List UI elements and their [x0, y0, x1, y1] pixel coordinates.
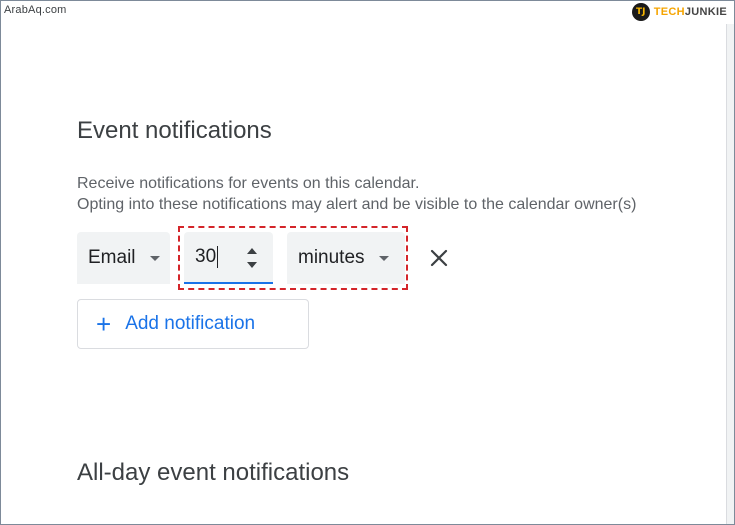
notification-unit-select[interactable]: minutes	[287, 232, 405, 284]
description-line-1: Receive notifications for events on this…	[77, 175, 420, 192]
text-cursor	[217, 246, 218, 268]
notification-amount-value: 30	[195, 246, 217, 267]
spin-up-icon[interactable]	[247, 248, 257, 254]
caret-down-icon	[378, 256, 389, 261]
close-icon	[430, 249, 448, 267]
caret-down-icon	[149, 256, 160, 261]
logo-badge: TJ	[631, 3, 650, 21]
logo-tech-text: TECH	[653, 6, 685, 18]
plus-icon: +	[96, 309, 112, 339]
notification-method-value: Email	[88, 247, 136, 268]
event-notifications-description: Receive notifications for events on this…	[77, 173, 636, 215]
notification-amount-input[interactable]: 30	[184, 232, 273, 284]
spin-down-icon[interactable]	[247, 262, 257, 268]
add-notification-label: Add notification	[125, 313, 256, 334]
screenshot-canvas: ArabAq.com TJ TECHJUNKIE Event notificat…	[0, 0, 735, 525]
description-line-2: Opting into these notifications may aler…	[77, 196, 637, 213]
logo-junkie-text: JUNKIE	[684, 6, 727, 18]
spinner-arrows-icon[interactable]	[246, 246, 258, 270]
notification-unit-value: minutes	[298, 247, 365, 268]
right-scroll-edge	[726, 24, 735, 525]
event-notifications-title: Event notifications	[77, 117, 272, 144]
techjunkie-logo: TJ TECHJUNKIE	[631, 3, 727, 21]
watermark-text: ArabAq.com	[4, 4, 67, 16]
logo-wordmark: TECHJUNKIE	[654, 6, 727, 18]
all-day-notifications-title: All-day event notifications	[77, 459, 350, 486]
add-notification-button[interactable]: + Add notification	[77, 299, 309, 349]
remove-notification-button[interactable]	[425, 244, 453, 272]
notification-method-select[interactable]: Email	[77, 232, 170, 284]
